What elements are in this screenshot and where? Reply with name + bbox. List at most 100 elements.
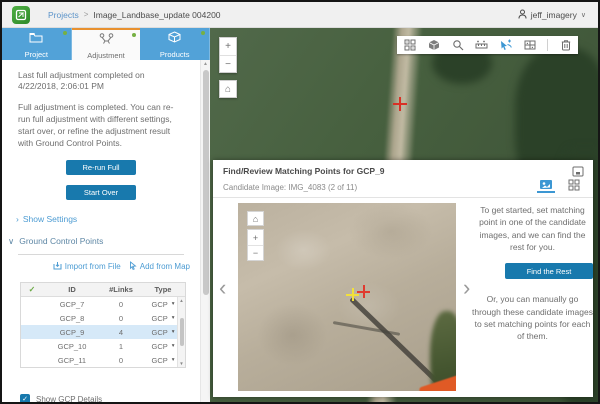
status-dot-icon (201, 31, 205, 35)
gcp-section-label: Ground Control Points (19, 236, 103, 246)
import-from-file-link[interactable]: Import from File (53, 261, 121, 272)
scroll-up-icon[interactable]: ▲ (179, 298, 183, 303)
gcp-links: 0 (101, 300, 141, 309)
image-zoom-in-button[interactable]: + (248, 230, 263, 245)
table-row[interactable]: GCP_11 0 GCP▾ (21, 353, 185, 367)
panel-tabs: Project Adjustment Products (2, 28, 210, 60)
rerun-full-button[interactable]: Re-run Full (66, 160, 136, 175)
single-image-view-button[interactable] (537, 177, 555, 193)
gcp-links: 1 (101, 342, 141, 351)
gcp-table-body: GCP_7 0 GCP ▾ GCP_8 0 GCP▾ GCP_9 4 GCP ▾ G… (21, 297, 185, 367)
table-row[interactable]: GCP_10 1 GCP ▾ (21, 339, 185, 353)
import-from-file-label: Import from File (65, 262, 121, 271)
status-dot-icon (132, 33, 136, 37)
tab-project-label: Project (25, 50, 48, 59)
table-row[interactable]: GCP_9 4 GCP ▾ (21, 325, 185, 339)
scroll-down-icon[interactable]: ▼ (179, 361, 183, 366)
thumbnail-grid-icon[interactable] (403, 39, 416, 52)
gcp-type: GCP (151, 342, 167, 351)
gcp-id: GCP_8 (43, 314, 101, 323)
map-zoom-control: + − (219, 37, 237, 73)
start-over-button[interactable]: Start Over (66, 185, 136, 200)
show-gcp-details-checkbox[interactable]: ✓ (20, 394, 30, 402)
tab-adjustment-label: Adjustment (87, 51, 125, 60)
caret-down-icon: ▾ (172, 301, 175, 307)
show-settings-toggle[interactable]: › Show Settings (16, 214, 200, 224)
esri-app-logo-icon[interactable] (12, 6, 30, 24)
gcp-marker-icon[interactable] (393, 97, 407, 111)
tab-adjustment[interactable]: Adjustment (72, 28, 141, 60)
caret-down-icon: ▾ (172, 357, 175, 363)
add-from-map-link[interactable]: Add from Map (129, 261, 190, 272)
image-home-button[interactable]: ⌂ (247, 211, 264, 226)
chevron-down-icon: ∨ (581, 11, 586, 19)
divider (18, 254, 184, 255)
gcp-table-header: ✓ ID #Links Type (21, 283, 185, 297)
next-image-button[interactable]: › (463, 278, 470, 298)
toolbar-divider (547, 39, 548, 51)
candidate-image-viewer[interactable]: ⌂ + − (238, 203, 456, 391)
image-zoom-control: + − (247, 229, 264, 261)
gcp-type: GCP (151, 314, 167, 323)
import-icon (53, 261, 62, 272)
find-review-panel: Find/Review Matching Points for GCP_9 Ca… (213, 160, 593, 397)
scroll-up-icon[interactable]: ▲ (203, 60, 208, 68)
gcp-type: GCP (151, 356, 167, 365)
cursor-icon (129, 261, 137, 272)
basemap-icon[interactable] (427, 39, 440, 52)
caret-down-icon: ▾ (172, 343, 175, 349)
add-from-map-label: Add from Map (140, 262, 190, 271)
image-zoom-out-button[interactable]: − (248, 245, 263, 260)
show-gcp-details-label: Show GCP Details (36, 395, 102, 403)
image-grid-icon[interactable] (523, 39, 536, 52)
gcp-type: GCP (151, 328, 167, 337)
table-scrollbar[interactable]: ▲ ▼ (177, 297, 185, 367)
show-settings-label: Show Settings (23, 214, 77, 224)
scrollbar-thumb[interactable] (203, 70, 209, 295)
gcp-id: GCP_7 (43, 300, 101, 309)
gcp-type: GCP (151, 300, 167, 309)
gcp-manager-icon[interactable] (499, 39, 512, 52)
user-name: jeff_imagery (531, 10, 577, 20)
previous-image-button[interactable]: ‹ (219, 278, 226, 298)
tab-products[interactable]: Products (140, 28, 210, 60)
gcp-actions: Import from File Add from Map (2, 261, 190, 272)
gcp-links: 4 (101, 328, 141, 337)
col-id: ID (43, 285, 101, 294)
user-menu[interactable]: jeff_imagery ∨ (518, 9, 586, 21)
gcp-point-marker-icon[interactable] (357, 285, 370, 298)
project-title: Image_Landbase_update 004200 (93, 10, 220, 20)
show-gcp-details-row: ✓ Show GCP Details (20, 394, 102, 402)
gcp-id: GCP_10 (43, 342, 101, 351)
scrollbar-thumb[interactable] (180, 318, 184, 346)
left-panel: Project Adjustment Products Last full ad… (2, 28, 210, 402)
find-the-rest-button[interactable]: Find the Rest (505, 263, 593, 279)
gcp-id: GCP_9 (43, 328, 101, 337)
zoom-in-button[interactable]: + (220, 38, 236, 55)
gcp-id: GCP_11 (43, 356, 101, 365)
adjustment-description: Full adjustment is completed. You can re… (18, 102, 184, 150)
top-bar: Projects > Image_Landbase_update 004200 … (2, 2, 598, 28)
measure-icon[interactable] (475, 39, 488, 52)
col-type: Type (141, 285, 185, 294)
check-icon: ✓ (21, 285, 43, 294)
gcp-section-toggle[interactable]: ∨ Ground Control Points (8, 236, 200, 247)
instruction-start-text: To get started, set matching point in on… (472, 204, 593, 253)
candidate-image-label: Candidate Image: IMG_4083 (2 of 11) (223, 183, 357, 192)
cube-icon (168, 30, 181, 48)
delete-icon[interactable] (559, 39, 572, 52)
home-extent-button[interactable]: ⌂ (219, 80, 237, 98)
table-row[interactable]: GCP_8 0 GCP▾ (21, 311, 185, 325)
search-icon[interactable] (451, 39, 464, 52)
adjustment-panel: Last full adjustment completed on 4/22/2… (2, 60, 200, 402)
panel-scrollbar[interactable]: ▲ (200, 60, 210, 402)
zoom-out-button[interactable]: − (220, 55, 236, 72)
caret-down-icon: ▾ (172, 329, 175, 335)
drone-icon (99, 31, 114, 49)
breadcrumb-projects-link[interactable]: Projects (48, 10, 79, 20)
tab-project[interactable]: Project (2, 28, 72, 60)
gcp-table: ✓ ID #Links Type GCP_7 0 GCP ▾ GCP_8 0 GC… (20, 282, 186, 368)
gallery-view-button[interactable] (565, 177, 583, 193)
table-row[interactable]: GCP_7 0 GCP ▾ (21, 297, 185, 311)
col-links: #Links (101, 285, 141, 294)
